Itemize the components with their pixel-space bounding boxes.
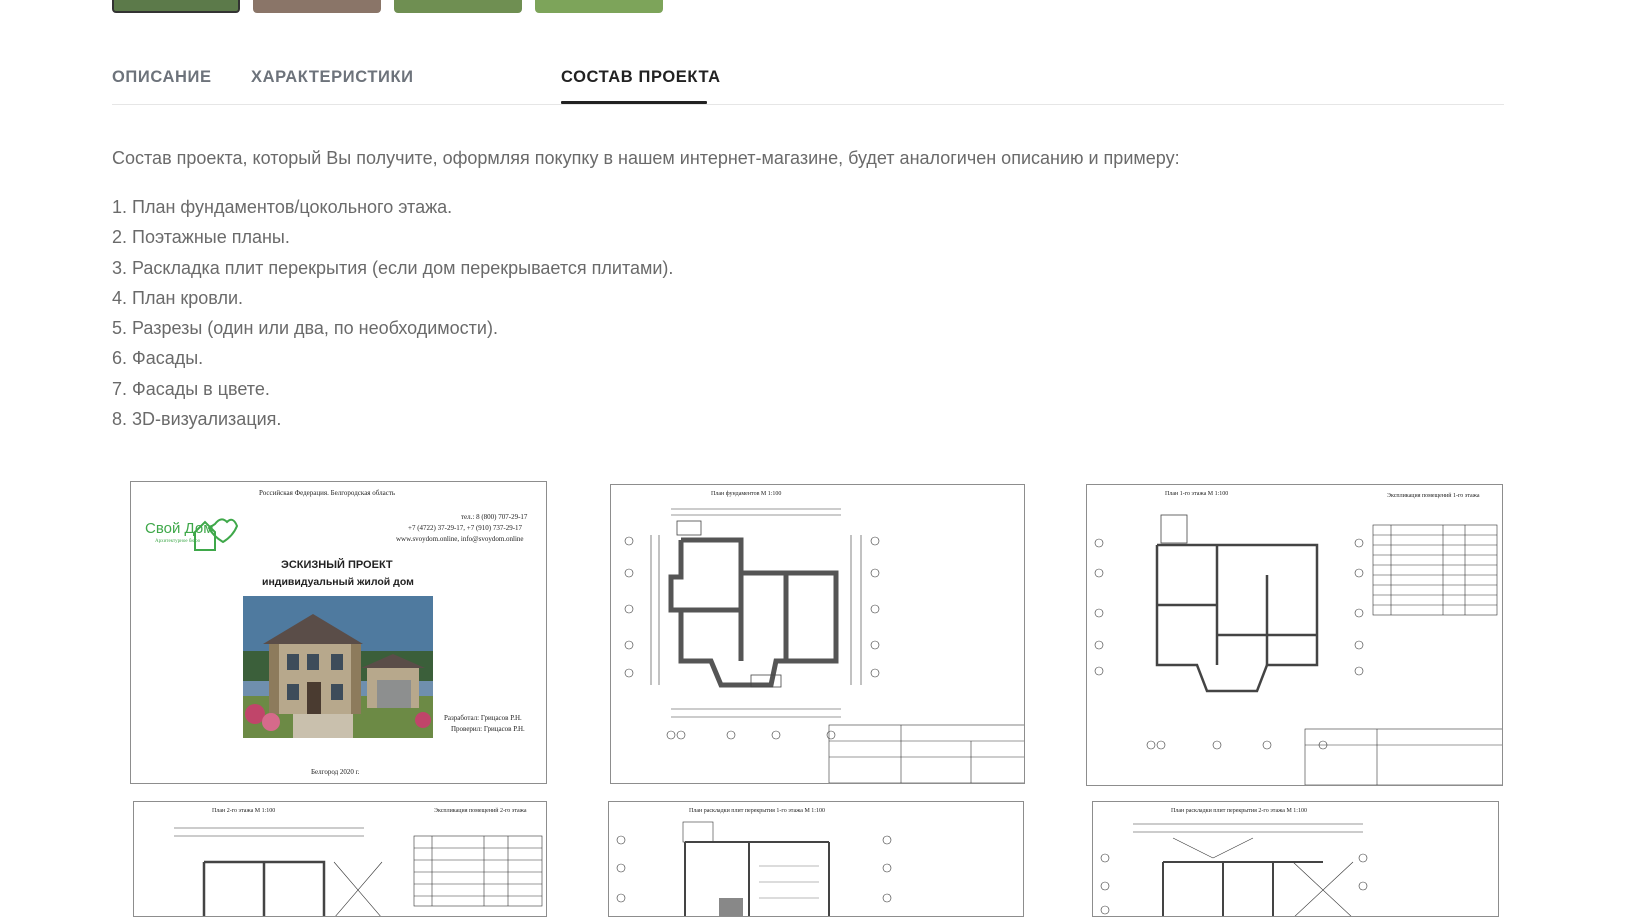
cover-title: ЭСКИЗНЫЙ ПРОЕКТ: [281, 559, 393, 571]
cover-sheet-image[interactable]: Российская Федерация. Белгородская облас…: [130, 481, 547, 784]
thumbnail-4[interactable]: [535, 0, 663, 13]
product-tabs: ОПИСАНИЕ ХАРАКТЕРИСТИКИ СОСТАВ ПРОЕКТА: [112, 56, 1504, 105]
list-item: 3. Раскладка плит перекрытия (если дом п…: [112, 257, 674, 278]
composition-intro: Состав проекта, который Вы получите, офо…: [112, 148, 1180, 168]
cover-developer: Разработал: Грицасов Р.Н.: [444, 714, 522, 722]
tab-project-composition[interactable]: СОСТАВ ПРОЕКТА: [561, 68, 721, 87]
slab2-plan-image[interactable]: План раскладки плит перекрытия 2-го этаж…: [1092, 801, 1499, 917]
list-item: 6. Фасады.: [112, 348, 204, 369]
floor1-plan-drawing: [1094, 514, 1502, 785]
cover-web: www.svoydom.online, info@svoydom.online: [396, 535, 524, 543]
logo-subtext: Архитектурное бюро: [155, 539, 201, 544]
list-item: 7. Фасады в цвете.: [112, 378, 270, 399]
slab1-plan-drawing: [616, 821, 892, 916]
logo-text: Свой Дом: [145, 520, 214, 537]
list-item: 1. План фундаментов/цокольного этажа.: [112, 197, 453, 217]
cover-city: Белгород 2020 г.: [311, 768, 360, 776]
tab-description[interactable]: ОПИСАНИЕ: [112, 68, 212, 87]
composition-list: 1. План фундаментов/цокольного этажа. 2.…: [112, 192, 673, 434]
house-render-image: [243, 596, 433, 738]
cover-checker: Проверил: Грицасов Р.Н.: [451, 725, 525, 733]
list-item: 2. Поэтажные планы.: [112, 227, 290, 248]
list-item: 8. 3D-визуализация.: [112, 409, 282, 430]
active-tab-indicator: [561, 101, 707, 104]
floor2-plan-drawing: [174, 827, 543, 916]
cover-subtitle: индивидуальный жилой дом: [262, 576, 414, 588]
thumbnail-3[interactable]: [394, 0, 522, 13]
cover-phones: +7 (4722) 37-29-17, +7 (910) 737-29-17: [408, 524, 523, 532]
slab1-plan-image[interactable]: План раскладки плит перекрытия 1-го этаж…: [608, 801, 1024, 917]
list-item: 5. Разрезы (один или два, по необходимос…: [112, 318, 498, 339]
foundation-plan-drawing: [624, 508, 1024, 783]
foundation-plan-image[interactable]: План фундаментов М 1:100: [610, 484, 1025, 784]
slab2-plan-drawing: [1100, 823, 1368, 916]
floor2-plan-image[interactable]: План 2-го этажа М 1:100 Экспликация поме…: [133, 801, 547, 917]
cover-region: Российская Федерация. Белгородская облас…: [259, 489, 396, 497]
floor1-plan-image[interactable]: План 1-го этажа М 1:100 Экспликация поме…: [1086, 484, 1503, 786]
thumbnail-2[interactable]: [253, 0, 381, 13]
list-item: 4. План кровли.: [112, 287, 244, 308]
thumbnail-1[interactable]: [112, 0, 240, 13]
tab-characteristics[interactable]: ХАРАКТЕРИСТИКИ: [251, 68, 414, 87]
cover-phone-main: тел.: 8 (800) 707-29-17: [461, 513, 528, 521]
